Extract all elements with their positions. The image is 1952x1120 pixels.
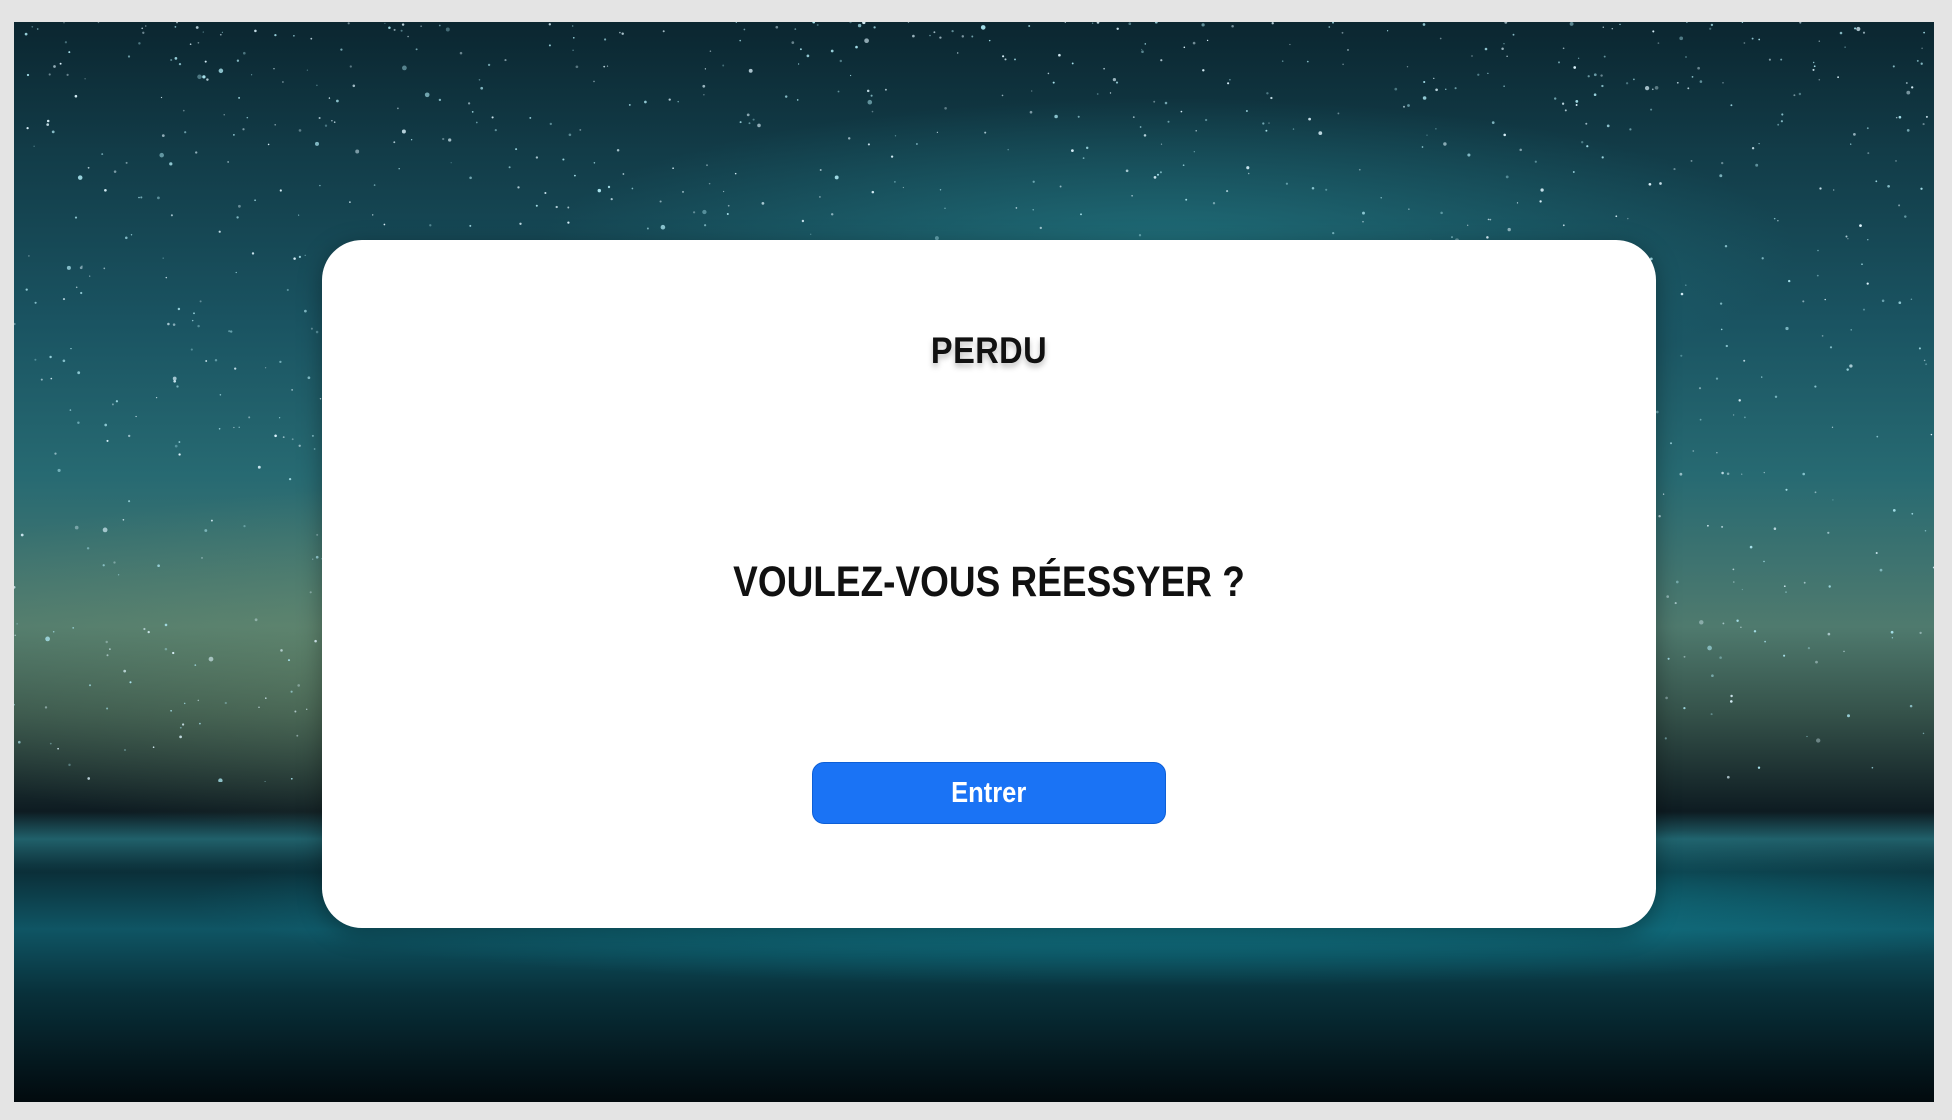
game-background: PERDU VOULEZ-VOUS RÉESSYER ? Entrer: [14, 22, 1934, 1102]
retry-question: VOULEZ-VOUS RÉESSYER ?: [733, 558, 1245, 606]
game-over-dialog: PERDU VOULEZ-VOUS RÉESSYER ? Entrer: [322, 240, 1656, 928]
dialog-title: PERDU: [930, 330, 1048, 371]
enter-button[interactable]: Entrer: [812, 762, 1166, 824]
enter-button-label: Entrer: [951, 776, 1027, 809]
